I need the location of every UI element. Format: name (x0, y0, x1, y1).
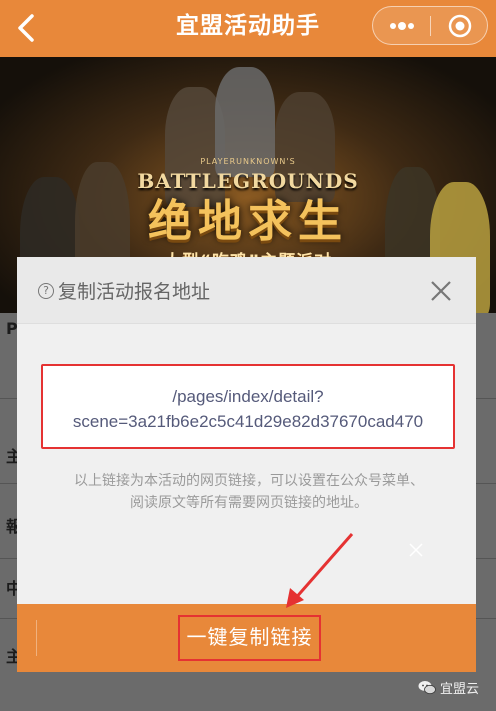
nav-bar: 宜盟活动助手 (0, 0, 496, 57)
note-line: 以上链接为本活动的网页链接，可以设置在公众号菜单、 (74, 473, 424, 489)
dialog-header: ? 复制活动报名地址 (17, 257, 476, 324)
miniprogram-capsule (372, 6, 488, 45)
watermark-text: 宜盟云 (440, 682, 480, 697)
footer-divider (36, 620, 37, 656)
dialog-title: 复制活动报名地址 (58, 281, 211, 303)
list-item: P (6, 319, 18, 338)
copy-link-button[interactable]: 一键复制链接 (178, 615, 321, 661)
target-circle-icon[interactable] (447, 13, 473, 39)
capsule-divider (430, 16, 431, 36)
url-text-line: scene=3a21fb6e2c5c41d29e82d37670cad470 (72, 412, 424, 431)
activity-url-field[interactable]: /pages/index/detail? scene=3a21fb6e2c5c4… (41, 364, 455, 449)
dialog-footer: 一键复制链接 (17, 604, 476, 672)
help-icon: ? (38, 283, 54, 299)
banner-logo-chinese: 绝地求生 (148, 196, 348, 247)
faint-close-icon (409, 543, 423, 557)
more-dots-icon[interactable] (387, 16, 417, 36)
wechat-icon (418, 681, 436, 695)
url-text-line: /pages/index/detail? (172, 387, 324, 406)
banner-logo-small: PLAYERUNKNOWN'S (200, 157, 296, 166)
annotation-arrow-icon (286, 533, 354, 608)
note-line: 阅读原文等所有需要网页链接的地址。 (130, 495, 368, 511)
close-icon[interactable] (427, 277, 455, 305)
copy-link-dialog: ? 复制活动报名地址 /pages/index/detail? scene=3a… (17, 257, 476, 672)
url-usage-note: 以上链接为本活动的网页链接，可以设置在公众号菜单、 阅读原文等所有需要网页链接的… (44, 470, 454, 514)
